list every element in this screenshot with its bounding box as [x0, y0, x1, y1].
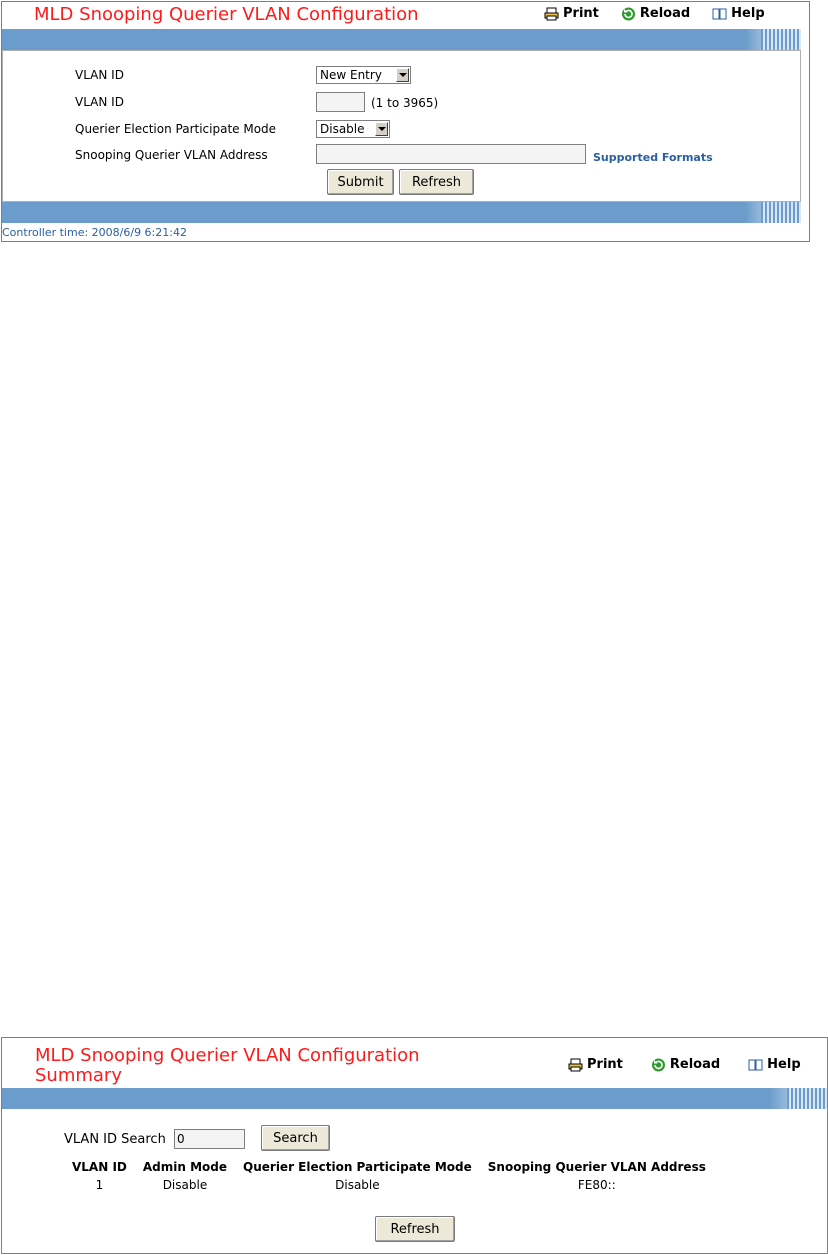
summary-header-bar [2, 1088, 827, 1109]
summary-table: VLAN ID Admin Mode Querier Election Part… [64, 1158, 714, 1194]
reload-icon [651, 1058, 666, 1072]
participate-mode-select[interactable]: Disable [316, 120, 390, 138]
summary-print-button[interactable]: Print [568, 1057, 623, 1072]
submit-button[interactable]: Submit [327, 169, 394, 195]
summary-help-button[interactable]: Help [748, 1057, 801, 1072]
search-button[interactable]: Search [261, 1125, 330, 1151]
config-panel: MLD Snooping Querier VLAN Configuration … [1, 1, 810, 242]
summary-title-line1: MLD Snooping Querier VLAN Configuration [35, 1045, 420, 1066]
column-header: Snooping Querier VLAN Address [487, 1160, 706, 1174]
column-header: VLAN ID [72, 1160, 127, 1174]
printer-icon [568, 1058, 583, 1072]
reload-label: Reload [639, 6, 691, 21]
table-row: 1 Disable Disable FE80:: [64, 1176, 714, 1194]
admin-mode-cell: Disable [162, 1178, 208, 1192]
summary-panel: MLD Snooping Querier VLAN Configuration … [1, 1037, 828, 1254]
summary-refresh-button[interactable]: Refresh [375, 1216, 455, 1242]
vlan-id-range-hint: (1 to 3965) [371, 96, 439, 110]
refresh-button[interactable]: Refresh [399, 169, 474, 195]
help-button[interactable]: Help [712, 6, 765, 21]
vlan-search-label: VLAN ID Search [64, 1132, 166, 1147]
vlan-id-select-label: VLAN ID [75, 68, 124, 82]
controller-time: Controller time: 2008/6/9 6:21:42 [2, 226, 187, 239]
summary-title-line2: Summary [35, 1065, 122, 1086]
vlan-id-cell: 1 [95, 1178, 104, 1192]
participate-mode-label: Querier Election Participate Mode [75, 122, 277, 136]
chevron-down-icon [396, 68, 409, 82]
vlan-address-label: Snooping Querier VLAN Address [75, 148, 268, 162]
summary-title: MLD Snooping Querier VLAN Configuration … [35, 1046, 420, 1086]
supported-formats-link[interactable]: Supported Formats [593, 151, 713, 164]
vlan-id-input[interactable] [316, 92, 365, 112]
page-title: MLD Snooping Querier VLAN Configuration [34, 4, 419, 25]
help-book-icon [712, 7, 727, 21]
column-header: Querier Election Participate Mode [243, 1160, 472, 1174]
config-form: VLAN ID New Entry VLAN ID (1 to 3965) Qu… [2, 50, 801, 202]
help-book-icon [748, 1058, 763, 1072]
summary-reload-button[interactable]: Reload [651, 1057, 720, 1072]
vlan-address-input[interactable] [316, 144, 586, 164]
participate-mode-value: Disable [320, 122, 365, 136]
header-bar [2, 29, 801, 50]
printer-icon [544, 7, 559, 21]
toolbar: Print Reload Help [544, 6, 787, 21]
summary-help-label: Help [767, 1057, 801, 1072]
reload-icon [621, 7, 636, 21]
summary-print-label: Print [587, 1057, 623, 1072]
help-label: Help [731, 6, 765, 21]
summary-reload-label: Reload [669, 1057, 721, 1072]
print-label: Print [563, 6, 599, 21]
vlan-search-input[interactable]: 0 [174, 1129, 245, 1149]
participate-mode-cell: Disable [335, 1178, 380, 1192]
vlan-address-cell: FE80:: [577, 1178, 616, 1192]
table-header-row: VLAN ID Admin Mode Querier Election Part… [64, 1158, 714, 1176]
vlan-id-input-label: VLAN ID [75, 95, 124, 109]
footer-bar [2, 202, 801, 223]
column-header: Admin Mode [142, 1160, 228, 1174]
reload-button[interactable]: Reload [621, 6, 690, 21]
vlan-id-select[interactable]: New Entry [316, 66, 411, 84]
print-button[interactable]: Print [544, 6, 599, 21]
vlan-id-select-value: New Entry [320, 68, 382, 82]
chevron-down-icon [375, 122, 388, 136]
summary-toolbar: Print Reload Help [568, 1057, 823, 1072]
